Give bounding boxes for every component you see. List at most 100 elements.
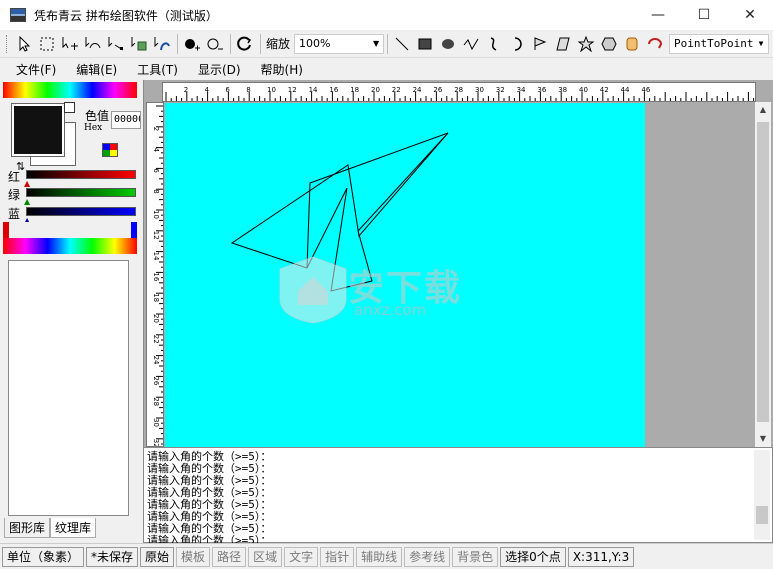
red-slider[interactable] (26, 170, 136, 179)
hue-bar[interactable] (3, 82, 137, 98)
ruler-top-label: 6 (225, 86, 230, 94)
ruler-left-label: 22 (152, 335, 160, 344)
ruler-left-label: 8 (152, 189, 160, 193)
spectrum-right-marker[interactable] (131, 222, 137, 238)
remove-point-icon[interactable] (204, 33, 226, 55)
tab-shape-library[interactable]: 图形库 (4, 518, 51, 538)
toolbar-separator (230, 33, 231, 54)
flag-icon[interactable] (529, 33, 551, 55)
ruler-top-label: 10 (267, 86, 276, 94)
red-slider-thumb[interactable]: ▲ (24, 180, 30, 188)
ruler-top-label: 44 (621, 86, 630, 94)
console-output[interactable]: 请输入角的个数（>=5）： 请输入角的个数（>=5）： 请输入角的个数（>=5）… (143, 447, 773, 547)
mode-original[interactable]: 原始 (140, 546, 175, 567)
parallelogram-icon[interactable] (552, 33, 574, 55)
cursor-coordinates: X:311,Y:3 (567, 546, 635, 567)
bezier-icon[interactable] (483, 33, 505, 55)
canvas-vertical-scrollbar[interactable]: ▲ ▼ (755, 102, 771, 447)
window-controls: — ☐ ✕ (635, 0, 773, 30)
toolbar-separator (177, 33, 178, 54)
add-point-icon[interactable] (181, 33, 203, 55)
maximize-button[interactable]: ☐ (681, 0, 727, 30)
star-icon[interactable] (575, 33, 597, 55)
ruler-top-label: 36 (537, 86, 546, 94)
ruler-top-label: 18 (350, 86, 359, 94)
window-title: 凭布青云 拼布绘图软件（测试版） (34, 8, 218, 23)
ruler-top-label: 46 (641, 86, 650, 94)
ruler-top-label: 38 (558, 86, 567, 94)
select-arrow-icon[interactable] (13, 33, 35, 55)
library-list[interactable] (8, 260, 129, 516)
menu-bar: 文件(F) 编辑(E) 工具(T) 显示(D) 帮助(H) (0, 58, 773, 80)
mode-background-color[interactable]: 背景色 (452, 546, 499, 567)
ruler-left-label: 20 (152, 314, 160, 323)
transform-icon[interactable] (128, 33, 150, 55)
mode-region[interactable]: 区域 (248, 546, 283, 567)
console-scroll-thumb[interactable] (756, 506, 768, 524)
save-state: *未保存 (86, 546, 139, 567)
default-colors-icon[interactable] (64, 102, 75, 113)
foreground-color-swatch[interactable] (11, 103, 65, 157)
mode-guide-lines[interactable]: 辅助线 (356, 546, 403, 567)
rect-select-icon[interactable] (36, 33, 58, 55)
line-icon[interactable] (391, 33, 413, 55)
rounded-rect-icon[interactable] (621, 33, 643, 55)
mode-pointer[interactable]: 指针 (320, 546, 355, 567)
scroll-up-icon[interactable]: ▲ (755, 102, 771, 118)
menu-file[interactable]: 文件(F) (6, 61, 66, 78)
draw-mode-select[interactable]: PointToPoint ▼ (669, 33, 770, 54)
curve-select-icon[interactable] (82, 33, 104, 55)
menu-help[interactable]: 帮助(H) (251, 61, 313, 78)
ruler-left-label: 6 (152, 168, 160, 173)
ruler-top-label: 20 (371, 86, 380, 94)
polyline-icon[interactable] (460, 33, 482, 55)
console-scrollbar[interactable] (754, 450, 770, 540)
tab-texture-library[interactable]: 纹理库 (50, 518, 97, 538)
ruler-left-label: 32 (152, 439, 160, 447)
zoom-select[interactable]: 100% ▼ (294, 33, 385, 54)
hook-icon[interactable] (644, 33, 666, 55)
mode-reference-lines[interactable]: 参考线 (404, 546, 451, 567)
hex-input[interactable]: 000000 (111, 111, 141, 129)
scroll-thumb[interactable] (757, 122, 769, 422)
ruler-left-label: 2 (152, 127, 160, 131)
ruler-left-label: 16 (152, 272, 160, 281)
unit-indicator[interactable]: 单位（象素） (2, 546, 85, 567)
hexagon-icon[interactable] (598, 33, 620, 55)
ruler-top-label: 22 (392, 86, 401, 94)
watermark: 安下载 anxz.com (278, 255, 494, 325)
green-slider[interactable] (26, 188, 136, 197)
rectangle-icon[interactable] (414, 33, 436, 55)
ruler-top-label: 4 (205, 86, 210, 94)
mode-text[interactable]: 文字 (284, 546, 319, 567)
ruler-top-label: 26 (433, 86, 442, 94)
menu-edit[interactable]: 编辑(E) (66, 61, 127, 78)
draw-mode-value: PointToPoint (674, 37, 754, 50)
spectrum-left-marker[interactable] (3, 222, 9, 238)
library-tabs: 图形库 纹理库 (4, 518, 97, 538)
mode-path[interactable]: 路径 (212, 546, 247, 567)
minimize-button[interactable]: — (635, 0, 681, 30)
red-label: 红 (8, 170, 21, 184)
scroll-down-icon[interactable]: ▼ (755, 431, 771, 447)
ellipse-icon[interactable] (437, 33, 459, 55)
close-button[interactable]: ✕ (727, 0, 773, 30)
menu-tools[interactable]: 工具(T) (127, 61, 188, 78)
ruler-top-label: 12 (288, 86, 297, 94)
green-slider-thumb[interactable]: ▲ (24, 198, 30, 206)
mode-template[interactable]: 模板 (176, 546, 211, 567)
zoom-label: 缩放 (266, 37, 291, 51)
move-node-icon[interactable] (105, 33, 127, 55)
ruler-top-label: 42 (600, 86, 609, 94)
rotate-icon[interactable] (234, 33, 256, 55)
ruler-left-label: 10 (152, 210, 160, 219)
blue-slider[interactable] (26, 207, 136, 216)
palette-icon[interactable] (102, 143, 118, 157)
arc-icon[interactable] (506, 33, 528, 55)
node-edit-icon[interactable] (151, 33, 173, 55)
ruler-left-label: 12 (152, 231, 160, 240)
menu-view[interactable]: 显示(D) (188, 61, 251, 78)
title-bar: 凭布青云 拼布绘图软件（测试版） — ☐ ✕ (0, 0, 773, 30)
move-point-icon[interactable] (59, 33, 81, 55)
toolbar-grip[interactable] (6, 34, 9, 53)
